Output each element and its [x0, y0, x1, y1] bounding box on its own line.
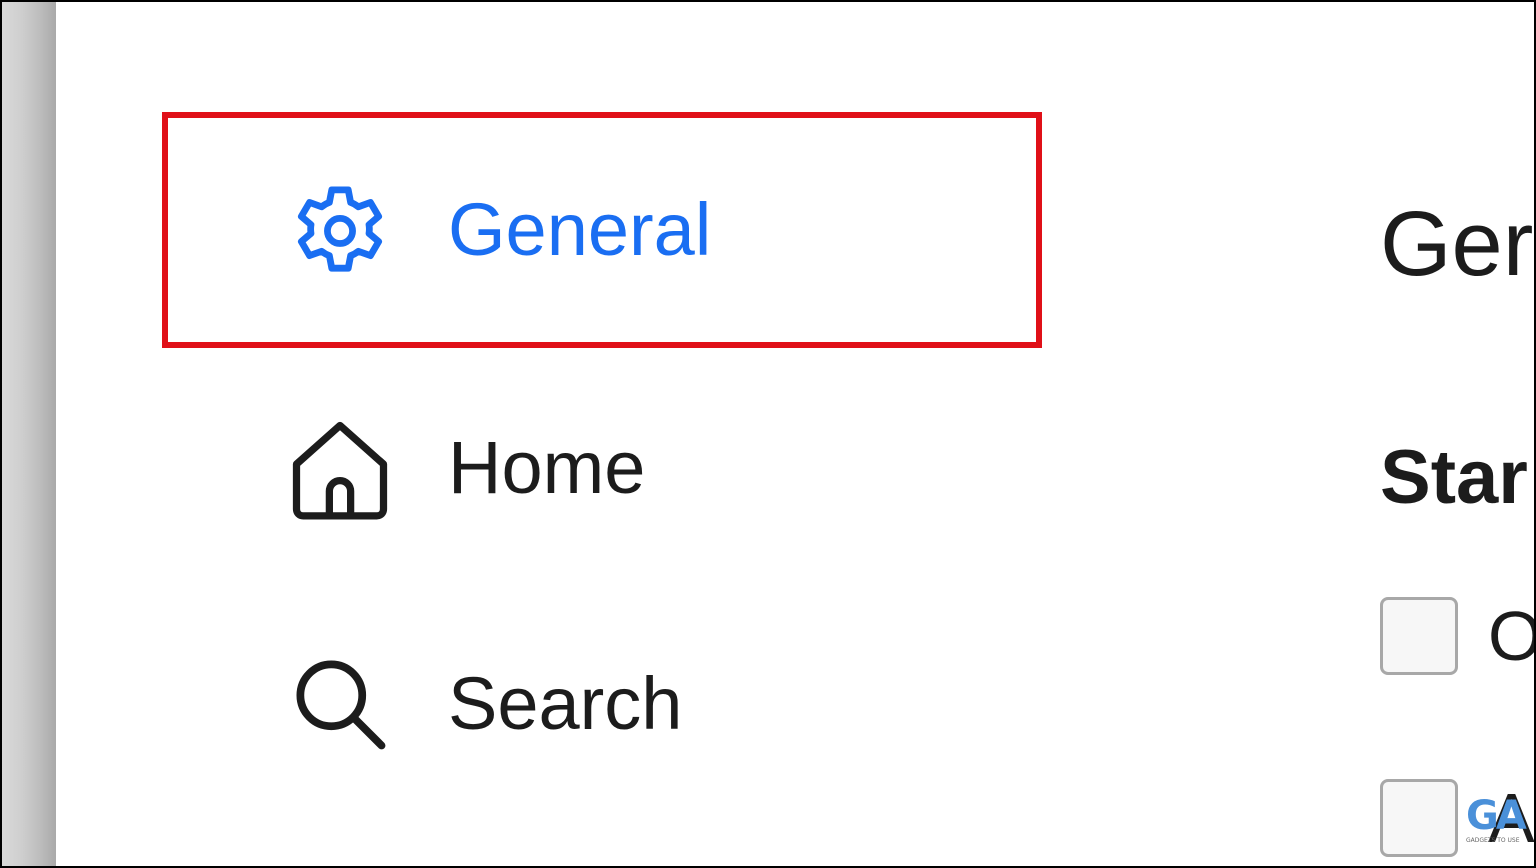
settings-content: Ger Star O A [1380, 2, 1534, 866]
section-heading: Star [1380, 435, 1528, 520]
search-icon [282, 646, 398, 762]
watermark-mark: GA [1466, 793, 1527, 839]
home-icon [282, 410, 398, 526]
checkbox-row[interactable]: O [1380, 596, 1534, 676]
sidebar-item-home[interactable]: Home [282, 408, 645, 528]
checkbox[interactable] [1380, 597, 1458, 675]
gear-icon [282, 172, 398, 288]
sidebar-item-label: Home [448, 426, 646, 509]
screenshot-frame: General Home Search Ger Star A GA GADGET… [0, 0, 1536, 868]
checkbox-label: O [1488, 596, 1534, 676]
watermark-logo: GA GADGETS TO USE [1466, 796, 1534, 850]
sidebar-item-general[interactable]: General [282, 170, 711, 290]
sidebar-item-label: General [448, 188, 712, 271]
page-title: Ger [1380, 193, 1534, 295]
sidebar-item-search[interactable]: Search [282, 644, 682, 764]
sidebar-item-label: Search [448, 662, 683, 745]
checkbox[interactable] [1380, 779, 1458, 857]
settings-sidebar: General Home Search [2, 2, 1102, 866]
